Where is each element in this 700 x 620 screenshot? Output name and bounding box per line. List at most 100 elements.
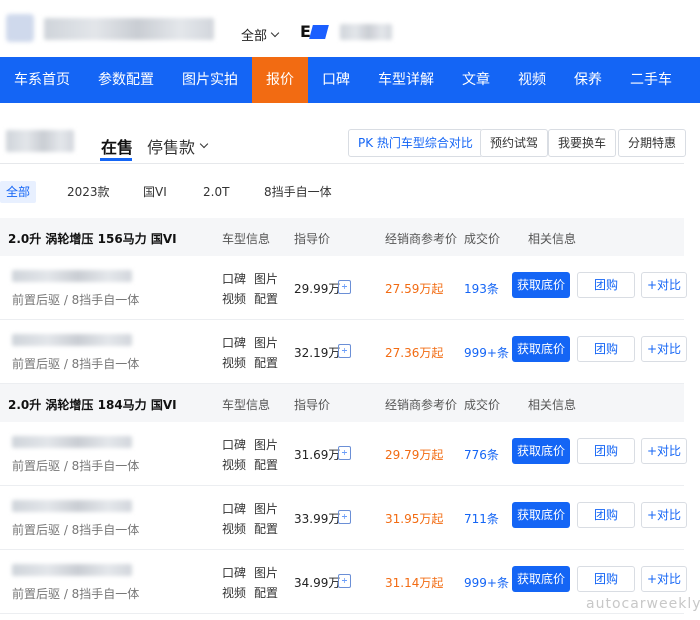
trade-in-button[interactable]: 我要换车 <box>548 129 617 157</box>
group-buy-button[interactable]: 团购 <box>577 336 635 362</box>
nav-item-1[interactable]: 参数配置 <box>84 57 168 103</box>
nav-item-8[interactable]: 保养 <box>560 57 616 103</box>
add-compare-button[interactable]: +对比 <box>641 438 687 464</box>
deal-count[interactable]: 193条 <box>464 280 499 297</box>
group-buy-button[interactable]: 团购 <box>577 502 635 528</box>
video-link[interactable]: 视频 <box>222 290 246 307</box>
filter-2-0t[interactable]: 2.0T <box>203 181 229 203</box>
koubei-link[interactable]: 口碑 <box>222 500 246 517</box>
model-spec: 前置后驱 / 8挡手自一体 <box>12 523 140 537</box>
tab-on-sale[interactable]: 在售 <box>101 134 133 158</box>
series-title-blurred <box>44 18 214 40</box>
col-related: 相关信息 <box>528 398 577 412</box>
video-link[interactable]: 视频 <box>222 520 246 537</box>
filter-2023[interactable]: 2023款 <box>67 181 110 203</box>
group-header: 2.0升 涡轮增压 156马力 国VI 车型信息 指导价 经销商参考价 成交价 相关信息 <box>0 218 684 256</box>
dealer-price[interactable]: 31.14万起 <box>385 574 443 591</box>
nav-item-2[interactable]: 图片实拍 <box>168 57 252 103</box>
dealer-price[interactable]: 27.36万起 <box>385 344 443 361</box>
get-lowest-price-button[interactable]: 获取底价 <box>512 566 570 592</box>
col-dealer-price: 经销商参考价 <box>385 398 458 412</box>
model-name-blurred <box>6 130 74 152</box>
guide-price: 33.99万 <box>294 512 341 526</box>
get-lowest-price-button[interactable]: 获取底价 <box>512 502 570 528</box>
brand-name-blurred <box>340 24 392 40</box>
video-link[interactable]: 视频 <box>222 354 246 371</box>
koubei-link[interactable]: 口碑 <box>222 436 246 453</box>
calculator-icon[interactable]: ÷ <box>338 574 351 588</box>
col-dealer-price: 经销商参考价 <box>385 232 458 246</box>
nav-item-5[interactable]: 车型详解 <box>364 57 448 103</box>
config-link[interactable]: 配置 <box>254 354 278 371</box>
dealer-price[interactable]: 29.79万起 <box>385 446 443 463</box>
tab-discontinued[interactable]: 停售款 <box>147 134 209 158</box>
installment-button[interactable]: 分期特惠 <box>618 129 687 157</box>
chevron-down-icon <box>270 28 280 37</box>
model-name-blurred[interactable] <box>12 334 132 346</box>
video-link[interactable]: 视频 <box>222 584 246 601</box>
add-compare-button[interactable]: +对比 <box>641 566 687 592</box>
config-link[interactable]: 配置 <box>254 584 278 601</box>
calculator-icon[interactable]: ÷ <box>338 280 351 294</box>
test-drive-button[interactable]: 预约试驾 <box>480 129 549 157</box>
nav-item-6[interactable]: 文章 <box>448 57 504 103</box>
config-link[interactable]: 配置 <box>254 456 278 473</box>
config-link[interactable]: 配置 <box>254 290 278 307</box>
deal-count[interactable]: 711条 <box>464 510 499 527</box>
model-name-blurred[interactable] <box>12 564 132 576</box>
brand-logo-icon <box>309 25 329 39</box>
photos-link[interactable]: 图片 <box>254 564 278 581</box>
model-name-blurred[interactable] <box>12 436 132 448</box>
deal-count[interactable]: 999+条 <box>464 574 509 591</box>
calculator-icon[interactable]: ÷ <box>338 510 351 524</box>
table-row: 前置后驱 / 8挡手自一体 口碑 图片 视频 配置 31.69万 ÷ 29.79万起 776条获… <box>0 422 687 486</box>
photos-link[interactable]: 图片 <box>254 270 278 287</box>
nav-item-7[interactable]: 视频 <box>504 57 560 103</box>
filter-all[interactable]: 全部 <box>0 181 37 203</box>
group-buy-button[interactable]: 团购 <box>577 438 635 464</box>
deal-count[interactable]: 776条 <box>464 446 499 463</box>
model-spec: 前置后驱 / 8挡手自一体 <box>12 293 140 307</box>
deal-count[interactable]: 999+条 <box>464 344 509 361</box>
nav-item-3[interactable]: 报价 <box>252 57 308 103</box>
group-buy-button[interactable]: 团购 <box>577 272 635 298</box>
filter-guo6[interactable]: 国VI <box>143 181 167 203</box>
nav-item-4[interactable]: 口碑 <box>308 57 364 103</box>
video-link[interactable]: 视频 <box>222 456 246 473</box>
config-link[interactable]: 配置 <box>254 520 278 537</box>
nav-item-9[interactable]: 二手车 <box>616 57 686 103</box>
model-name-blurred[interactable] <box>12 500 132 512</box>
add-compare-button[interactable]: +对比 <box>641 272 687 298</box>
filter-8at[interactable]: 8挡手自一体 <box>264 181 332 203</box>
active-tab-indicator <box>100 158 132 161</box>
col-model-info: 车型信息 <box>222 232 271 246</box>
model-spec: 前置后驱 / 8挡手自一体 <box>12 459 140 473</box>
calculator-icon[interactable]: ÷ <box>338 344 351 358</box>
dealer-price[interactable]: 31.95万起 <box>385 510 443 527</box>
table-row: 前置后驱 / 8挡手自一体 口碑 图片 视频 配置 33.99万 ÷ 31.95万起 711条获… <box>0 486 687 550</box>
col-deal-price: 成交价 <box>464 232 501 246</box>
koubei-link[interactable]: 口碑 <box>222 334 246 351</box>
add-compare-button[interactable]: +对比 <box>641 502 687 528</box>
region-select[interactable]: 全部 <box>241 25 280 44</box>
photos-link[interactable]: 图片 <box>254 500 278 517</box>
koubei-link[interactable]: 口碑 <box>222 270 246 287</box>
calculator-icon[interactable]: ÷ <box>338 446 351 460</box>
site-logo[interactable] <box>6 14 34 42</box>
group-buy-button[interactable]: 团购 <box>577 566 635 592</box>
koubei-link[interactable]: 口碑 <box>222 564 246 581</box>
region-select-label: 全部 <box>241 29 268 44</box>
brand-logo[interactable]: E <box>300 22 329 41</box>
get-lowest-price-button[interactable]: 获取底价 <box>512 336 570 362</box>
get-lowest-price-button[interactable]: 获取底价 <box>512 272 570 298</box>
model-name-blurred[interactable] <box>12 270 132 282</box>
get-lowest-price-button[interactable]: 获取底价 <box>512 438 570 464</box>
photos-link[interactable]: 图片 <box>254 436 278 453</box>
dealer-price[interactable]: 27.59万起 <box>385 280 443 297</box>
photos-link[interactable]: 图片 <box>254 334 278 351</box>
pk-compare-button[interactable]: PK 热门车型综合对比 <box>348 129 483 157</box>
nav-item-0[interactable]: 车系首页 <box>0 57 84 103</box>
add-compare-button[interactable]: +对比 <box>641 336 687 362</box>
watermark: autocarweekly <box>586 596 700 612</box>
table-row: 前置后驱 / 8挡手自一体 口碑 图片 视频 配置 34.99万 ÷ 31.14万起 999+条… <box>0 550 687 614</box>
